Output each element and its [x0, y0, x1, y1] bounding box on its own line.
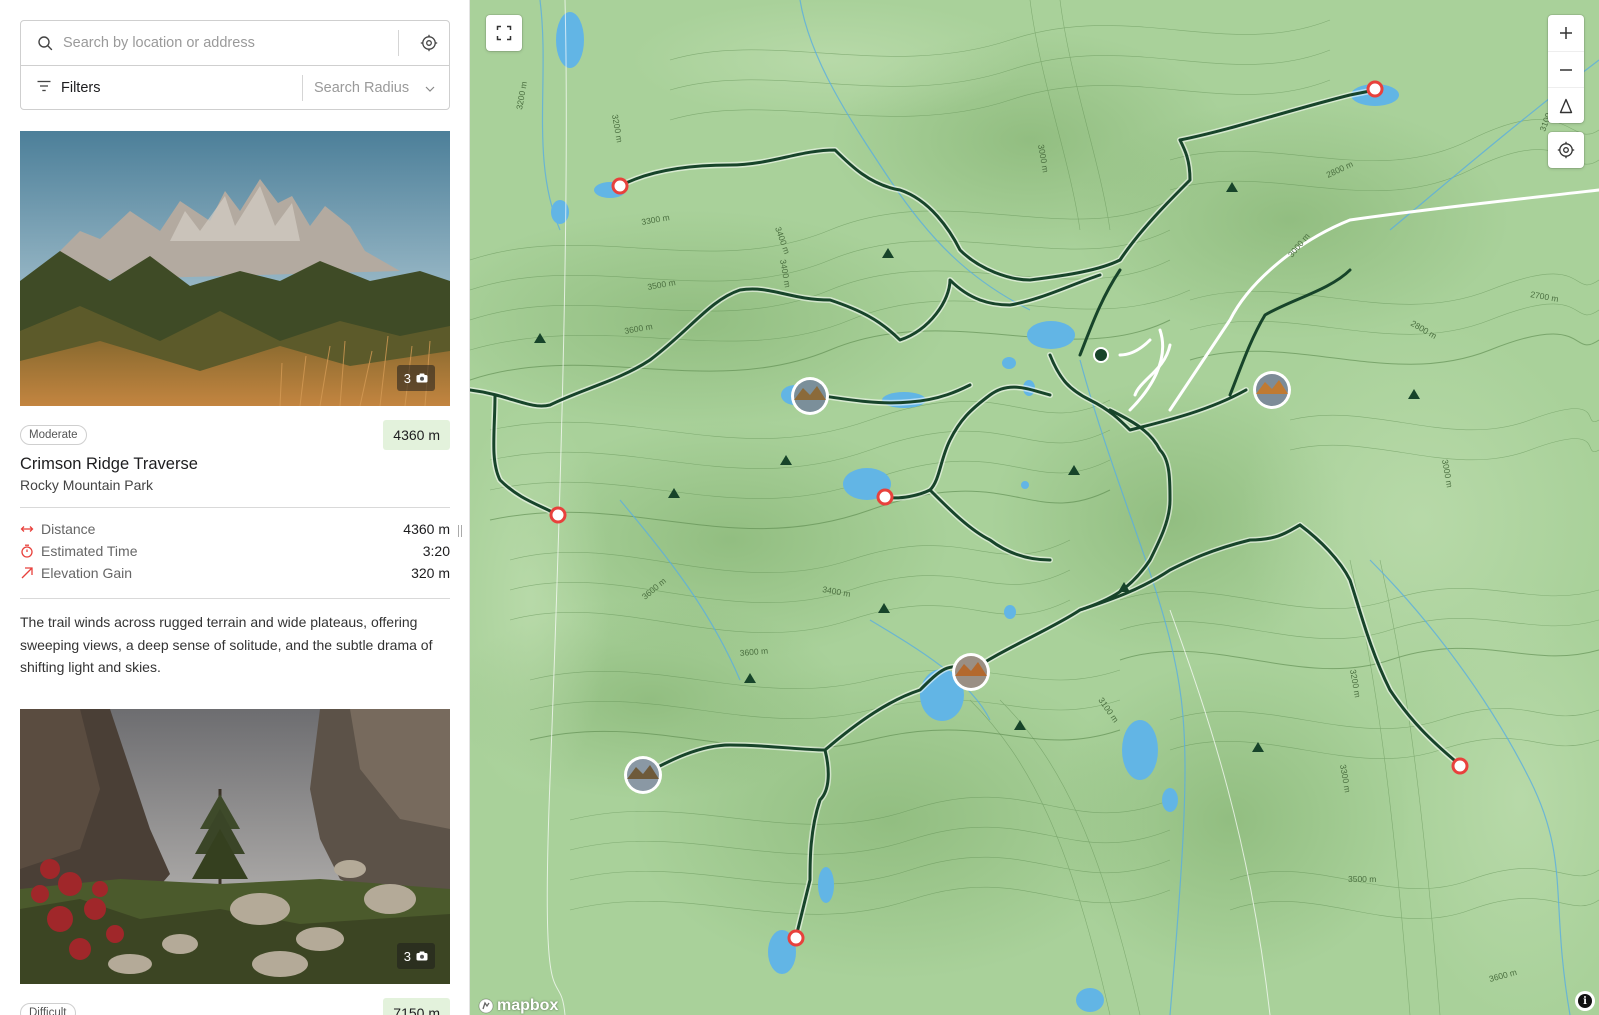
stat-elevation: Elevation Gain 320 m — [20, 562, 450, 584]
photo-count: 3 — [403, 370, 411, 386]
zoom-out-button[interactable] — [1548, 51, 1584, 87]
navigation-control — [1548, 15, 1584, 123]
canyon-photo-image — [20, 709, 450, 984]
trail-meta-row: Moderate 4360 m — [20, 420, 450, 450]
mapbox-logo[interactable]: mapbox — [478, 997, 558, 1015]
geolocate-button[interactable] — [1548, 132, 1584, 168]
difficulty-badge: Difficult — [20, 1003, 76, 1015]
stat-label: Elevation Gain — [41, 565, 133, 581]
arrows-horizontal-icon — [20, 522, 34, 536]
trail-title[interactable]: Crimson Ridge Traverse — [20, 455, 450, 474]
distance-badge: 7150 m — [383, 998, 450, 1015]
trail-map[interactable]: 3200 m 3200 m 3300 m 3400 m 3500 m 3600 … — [470, 0, 1599, 1015]
filters-label: Filters — [61, 80, 101, 96]
mountain-photo-image — [20, 131, 450, 406]
crosshair-icon — [1557, 141, 1575, 159]
trail-card[interactable]: 3 Difficult 7150 m — [20, 709, 450, 1015]
divider — [20, 598, 450, 599]
filter-row: Filters Search Radius — [21, 66, 449, 110]
geolocate-control[interactable] — [1548, 132, 1584, 168]
filter-lines-icon — [37, 79, 51, 97]
trail-card[interactable]: 3 Moderate 4360 m Crimson Ridge Traverse… — [20, 131, 450, 679]
divider — [20, 507, 450, 508]
stopwatch-icon — [20, 544, 34, 558]
search-radius-select[interactable]: Search Radius — [302, 75, 449, 101]
trail-stats: Distance 4360 m Estimated Time 3:20 Elev… — [20, 518, 450, 584]
sidebar-resize-handle[interactable] — [458, 525, 464, 539]
trail-photo[interactable]: 3 — [20, 709, 450, 984]
info-icon: i — [1578, 994, 1592, 1008]
stat-value: 4360 m — [403, 521, 450, 537]
photo-count-badge: 3 — [396, 365, 435, 391]
trail-park: Rocky Mountain Park — [20, 477, 154, 493]
trail-list-sidebar: Filters Search Radius — [0, 0, 470, 1015]
trail-meta-row: Difficult 7150 m — [20, 998, 450, 1015]
crosshair-icon — [420, 34, 438, 52]
camera-icon — [416, 949, 428, 964]
search-icon — [37, 35, 53, 51]
topographic-map-canvas[interactable]: 3200 m 3200 m 3300 m 3400 m 3500 m 3600 … — [470, 0, 1599, 1015]
chevron-down-icon — [425, 80, 435, 96]
compass-button[interactable] — [1548, 87, 1584, 123]
distance-badge: 4360 m — [383, 420, 450, 450]
fullscreen-control[interactable] — [486, 15, 522, 51]
stat-time: Estimated Time 3:20 — [20, 540, 450, 562]
stat-distance: Distance 4360 m — [20, 518, 450, 540]
compass-icon — [1559, 98, 1573, 113]
arrow-up-right-icon — [20, 566, 34, 580]
difficulty-badge: Moderate — [20, 425, 87, 445]
minus-icon — [1560, 68, 1572, 71]
plus-icon — [1560, 27, 1572, 39]
search-input[interactable] — [63, 28, 398, 58]
fullscreen-button[interactable] — [486, 15, 522, 51]
svg-text:3500 m: 3500 m — [1348, 874, 1376, 884]
search-radius-placeholder: Search Radius — [314, 80, 410, 96]
zoom-in-button[interactable] — [1548, 15, 1584, 51]
trail-description: The trail winds across rugged terrain an… — [20, 614, 433, 675]
mapbox-logo-text: mapbox — [497, 997, 559, 1014]
search-row — [21, 21, 449, 66]
photo-count-badge: 3 — [396, 943, 435, 969]
stat-value: 3:20 — [422, 543, 450, 559]
divider — [398, 30, 399, 56]
stat-label: Estimated Time — [41, 543, 138, 559]
camera-icon — [416, 371, 428, 386]
mapbox-logo-icon — [478, 998, 494, 1014]
stat-value: 320 m — [411, 565, 450, 581]
attribution-button[interactable]: i — [1575, 991, 1595, 1011]
photo-count: 3 — [403, 948, 411, 964]
expand-icon — [496, 25, 512, 41]
locate-me-button[interactable] — [409, 21, 449, 65]
search-panel: Filters Search Radius — [20, 20, 450, 110]
trail-photo[interactable]: 3 — [20, 131, 450, 406]
filters-button[interactable]: Filters — [21, 66, 302, 110]
stat-label: Distance — [41, 521, 96, 537]
